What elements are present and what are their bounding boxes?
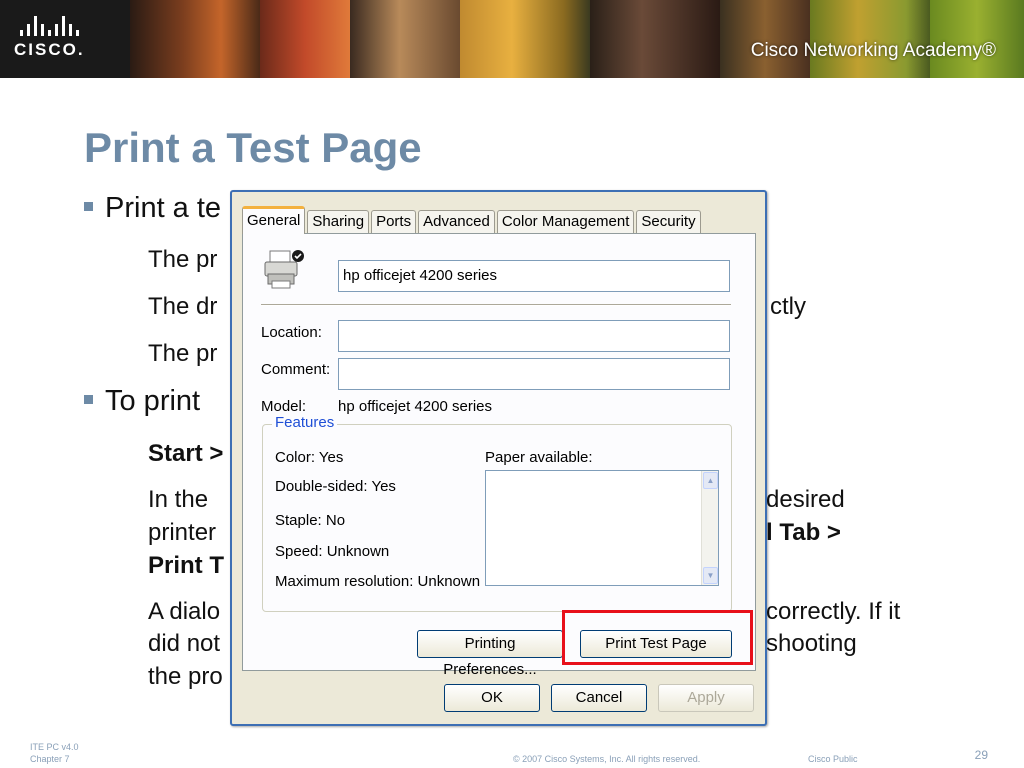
location-input[interactable]	[338, 320, 730, 352]
sub-item: The dr	[148, 293, 218, 320]
header-banner: CISCO. Cisco Networking Academy®	[0, 0, 1024, 78]
printer-properties-dialog: General Sharing Ports Advanced Color Man…	[230, 190, 767, 726]
banner-photo	[590, 0, 720, 78]
banner-photo	[930, 0, 1024, 78]
banner-photo	[720, 0, 810, 78]
sub-item: The pr	[148, 246, 218, 273]
footer-course: ITE PC v4.0	[30, 742, 79, 752]
tab-color-management[interactable]: Color Management	[496, 210, 635, 234]
tab-bar: General Sharing Ports Advanced Color Man…	[242, 206, 703, 234]
paper-list-scrollbar[interactable]: ▲ ▼	[701, 471, 718, 585]
tab-general[interactable]: General	[242, 206, 306, 234]
sub-item-tail: correctly. If it	[766, 598, 901, 625]
comment-input[interactable]	[338, 358, 730, 390]
sub-item: A dialo	[148, 598, 221, 625]
printer-name-input[interactable]: hp officejet 4200 series	[338, 260, 730, 292]
paper-available-list[interactable]: ▲ ▼	[485, 470, 719, 586]
sub-item: In the	[148, 486, 209, 513]
sub-item-tail: l Tab >	[766, 519, 841, 546]
features-title: Features	[272, 414, 338, 431]
footer-copyright: © 2007 Cisco Systems, Inc. All rights re…	[513, 754, 701, 764]
footer-classification: Cisco Public	[808, 754, 858, 764]
banner-photo	[460, 0, 590, 78]
bullet-marker-icon	[84, 394, 93, 404]
highlight-box	[562, 610, 753, 665]
tab-security[interactable]: Security	[636, 210, 701, 234]
sub-item: did not	[148, 630, 221, 657]
apply-button[interactable]: Apply	[658, 684, 754, 712]
banner-photo	[260, 0, 350, 78]
banner-photo	[130, 0, 260, 78]
ok-button[interactable]: OK	[444, 684, 540, 712]
feature-speed: Speed: Unknown	[275, 543, 390, 560]
cisco-wordmark: CISCO.	[14, 40, 85, 59]
feature-color: Color: Yes	[275, 449, 344, 466]
bullet-item: Print a te	[84, 192, 221, 225]
footer-chapter: Chapter 7	[30, 754, 70, 764]
model-label: Model:	[261, 398, 307, 415]
feature-max-resolution: Maximum resolution: Unknown	[275, 573, 481, 590]
sub-item: The pr	[148, 340, 218, 367]
banner-photo	[810, 0, 930, 78]
tab-advanced[interactable]: Advanced	[418, 210, 495, 234]
general-tab-panel: hp officejet 4200 series Location: Comme…	[242, 233, 756, 678]
sub-item: printer	[148, 519, 217, 546]
model-value: hp officejet 4200 series	[338, 398, 492, 415]
sub-item-tail: shooting	[766, 630, 857, 657]
scroll-up-icon[interactable]: ▲	[703, 472, 718, 489]
sub-item: the pro	[148, 663, 223, 690]
scroll-down-icon[interactable]: ▼	[703, 567, 718, 584]
sub-item-tail: desired	[766, 486, 845, 513]
location-label: Location:	[261, 324, 322, 341]
sub-item: Print T	[148, 552, 224, 579]
separator	[261, 304, 731, 306]
cisco-logo: CISCO.	[14, 14, 114, 64]
tab-ports[interactable]: Ports	[371, 210, 417, 234]
comment-label: Comment:	[261, 361, 331, 378]
printer-icon	[264, 250, 304, 289]
banner-photo	[350, 0, 460, 78]
sub-item-tail: ctly	[770, 293, 806, 320]
printing-preferences-button[interactable]: Printing Preferences...	[417, 630, 563, 678]
page-title: Print a Test Page	[84, 124, 422, 171]
paper-available-label: Paper available:	[485, 449, 593, 466]
cisco-bridge-icon	[20, 14, 114, 36]
sub-item: Start >	[148, 440, 224, 467]
page-number: 29	[974, 748, 988, 762]
academy-title: Cisco Networking Academy®	[750, 40, 996, 61]
feature-double-sided: Double-sided: Yes	[275, 478, 396, 495]
bullet-item: To print	[84, 385, 200, 418]
bullet-marker-icon	[84, 201, 93, 211]
cancel-button[interactable]: Cancel	[551, 684, 647, 712]
feature-staple: Staple: No	[275, 512, 346, 529]
tab-sharing[interactable]: Sharing	[307, 210, 370, 234]
